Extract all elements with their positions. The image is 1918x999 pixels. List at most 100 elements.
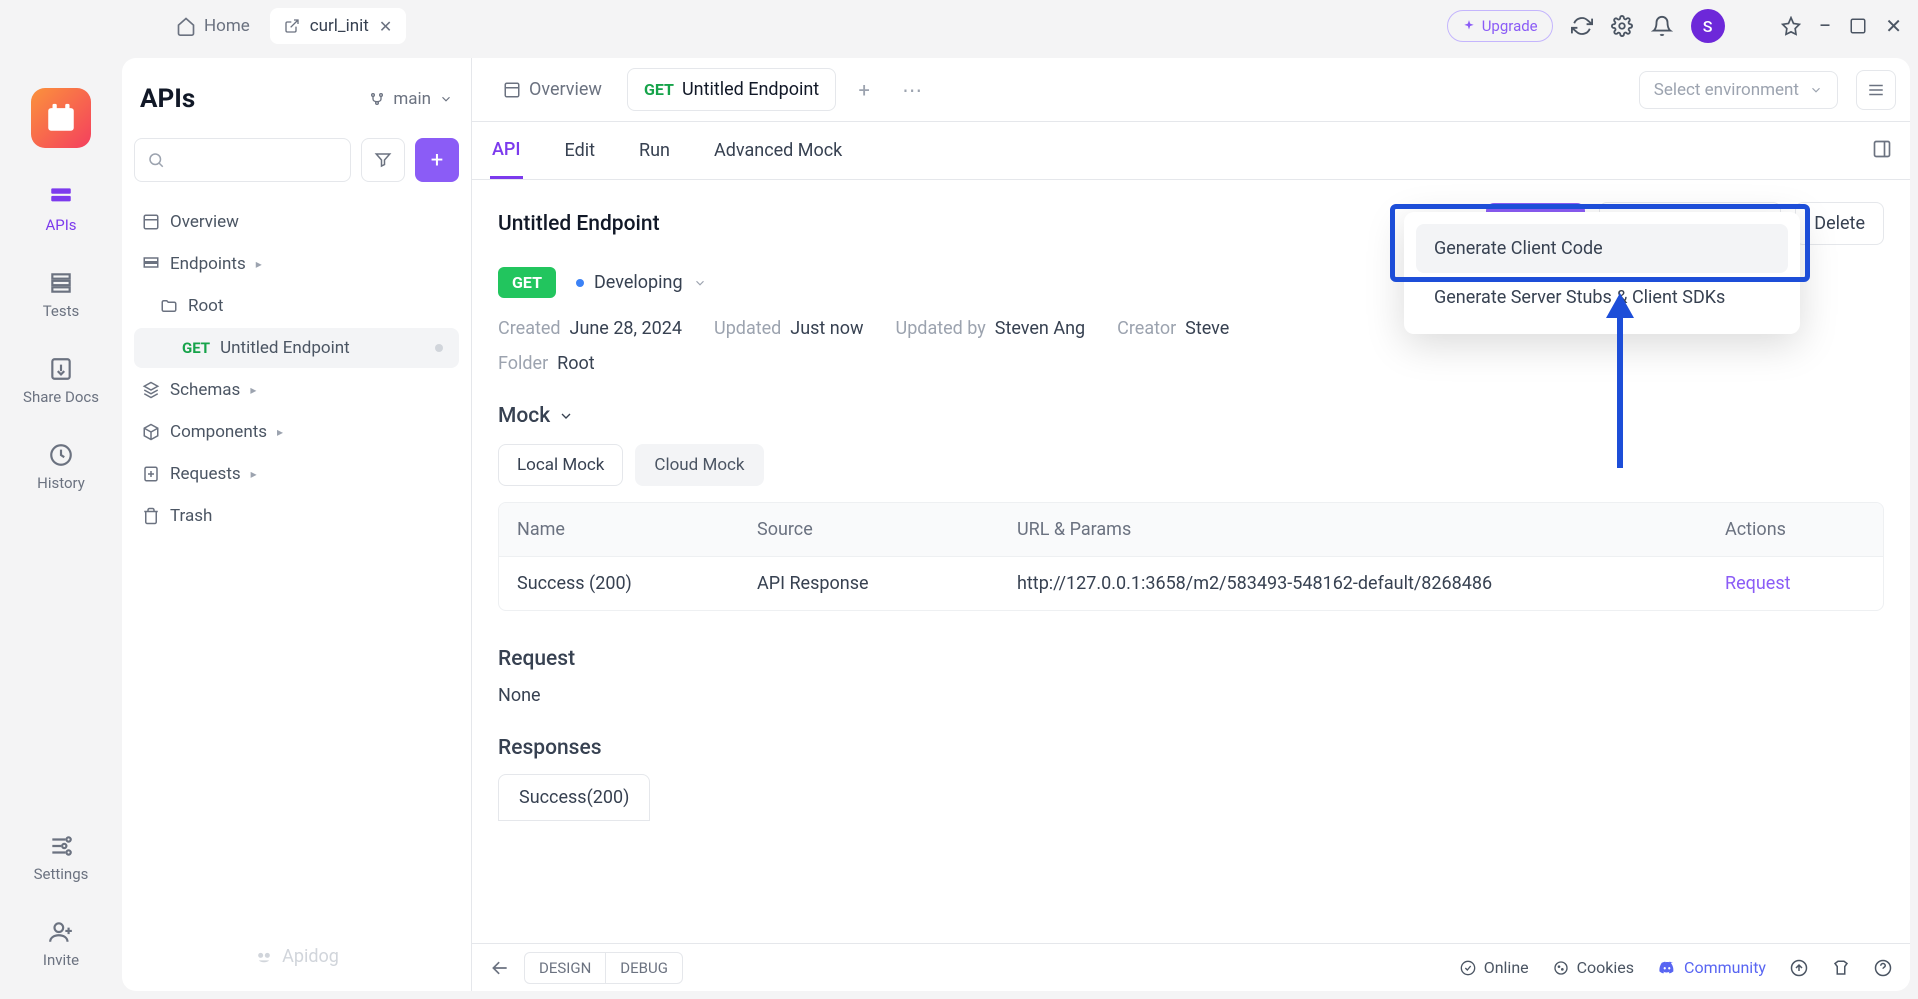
app-logo[interactable] — [31, 88, 91, 148]
tab-curl-init[interactable]: curl_init ✕ — [270, 8, 406, 44]
folder-value: Root — [557, 353, 595, 374]
external-icon — [284, 18, 300, 34]
rail-tests[interactable]: Tests — [43, 270, 80, 320]
subtab-advanced-mock[interactable]: Advanced Mock — [712, 124, 844, 177]
filter-button[interactable] — [361, 138, 405, 182]
avatar[interactable]: S — [1691, 9, 1725, 43]
rail-share-docs[interactable]: Share Docs — [23, 356, 99, 406]
menu-icon — [1867, 81, 1885, 99]
share-icon — [48, 356, 74, 382]
home-icon — [176, 16, 196, 36]
tab-overview[interactable]: Overview — [486, 68, 619, 111]
chevron-down-icon — [1809, 83, 1823, 97]
col-name: Name — [517, 519, 757, 540]
menu-button[interactable] — [1856, 70, 1896, 110]
history-icon — [48, 442, 74, 468]
pin-icon[interactable] — [1781, 16, 1801, 36]
sparkle-icon — [1462, 19, 1476, 33]
response-tab-success[interactable]: Success(200) — [498, 774, 650, 821]
method-badge: GET — [182, 339, 210, 357]
delete-button[interactable]: Delete — [1795, 202, 1884, 245]
tree-overview[interactable]: Overview — [134, 202, 459, 242]
created-label: Created — [498, 318, 561, 339]
chevron-down-icon[interactable] — [558, 408, 574, 424]
add-button[interactable]: + — [415, 138, 459, 182]
subtab-run[interactable]: Run — [637, 124, 672, 177]
window-close-icon[interactable]: ✕ — [1885, 14, 1902, 38]
endpoints-icon — [142, 255, 160, 273]
tshirt-icon[interactable] — [1832, 959, 1850, 977]
overview-icon — [142, 213, 160, 231]
status-online[interactable]: Online — [1460, 958, 1529, 977]
mock-tab-cloud[interactable]: Cloud Mock — [635, 444, 763, 486]
folder-label: Folder — [498, 353, 548, 374]
method-pill: GET — [498, 267, 556, 298]
rail-settings[interactable]: Settings — [34, 833, 89, 883]
chevron-down-icon — [693, 276, 707, 290]
subtab-api[interactable]: API — [490, 123, 523, 179]
tab-home[interactable]: Home — [164, 8, 262, 44]
upload-icon[interactable] — [1790, 959, 1808, 977]
updated-label: Updated — [714, 318, 781, 339]
minimize-icon[interactable]: − — [1819, 14, 1832, 39]
annotation-arrow-icon — [1600, 288, 1640, 468]
refresh-icon[interactable] — [1571, 15, 1593, 37]
branch-selector[interactable]: main — [369, 89, 453, 109]
tree-trash[interactable]: Trash — [134, 496, 459, 536]
mock-table: Name Source URL & Params Actions Success… — [498, 502, 1884, 611]
creator-value: Steve — [1185, 318, 1229, 339]
created-value: June 28, 2024 — [570, 318, 683, 339]
chevron-down-icon — [439, 92, 453, 106]
close-icon[interactable]: ✕ — [379, 17, 392, 36]
status-selector[interactable]: Developing — [576, 272, 707, 293]
upgrade-label: Upgrade — [1482, 17, 1538, 35]
invite-icon — [48, 919, 74, 945]
rail-history[interactable]: History — [37, 442, 85, 492]
dropdown-generate-client-code[interactable]: Generate Client Code — [1416, 224, 1788, 273]
mode-toggle[interactable]: DESIGN DEBUG — [524, 952, 683, 984]
footer-cookies[interactable]: Cookies — [1553, 958, 1634, 977]
tree-root-folder[interactable]: Root — [134, 286, 459, 326]
help-icon[interactable] — [1874, 959, 1892, 977]
tree-endpoints[interactable]: Endpoints ▸ — [134, 244, 459, 284]
mode-design[interactable]: DESIGN — [525, 953, 605, 983]
tab-endpoint[interactable]: GET Untitled Endpoint — [627, 68, 836, 111]
tree-components[interactable]: Components ▸ — [134, 412, 459, 452]
search-input[interactable] — [134, 138, 351, 182]
tree-requests[interactable]: Requests ▸ — [134, 454, 459, 494]
gear-icon[interactable] — [1611, 15, 1633, 37]
sidebar: APIs main + Overview — [122, 58, 472, 991]
request-section-title: Request — [498, 647, 1884, 671]
layout-toggle-button[interactable] — [1872, 139, 1892, 163]
rail-apis[interactable]: APIs — [45, 184, 76, 234]
tab-add-button[interactable]: + — [844, 78, 884, 102]
updatedby-value: Steven Ang — [995, 318, 1085, 339]
collapse-icon[interactable] — [490, 958, 510, 978]
upgrade-button[interactable]: Upgrade — [1447, 10, 1553, 42]
updated-value: Just now — [790, 318, 863, 339]
footer-community[interactable]: Community — [1658, 958, 1766, 977]
mock-section-title: Mock — [498, 404, 1884, 428]
subtab-edit[interactable]: Edit — [563, 124, 597, 177]
updatedby-label: Updated by — [896, 318, 986, 339]
endpoint-title: Untitled Endpoint — [498, 212, 660, 236]
maximize-icon[interactable] — [1849, 17, 1867, 35]
bell-icon[interactable] — [1651, 15, 1673, 37]
mock-tab-local[interactable]: Local Mock — [498, 444, 623, 486]
request-body: None — [498, 685, 1884, 706]
rail-invite[interactable]: Invite — [43, 919, 79, 969]
mock-request-link[interactable]: Request — [1725, 573, 1865, 594]
apidog-logo-icon — [254, 947, 274, 967]
tab-more-button[interactable]: ⋯ — [892, 78, 932, 102]
left-rail: APIs Tests Share Docs History Settings I… — [0, 52, 122, 999]
status-dot-icon — [435, 344, 443, 352]
tree-schemas[interactable]: Schemas ▸ — [134, 370, 459, 410]
status-dot-icon — [576, 279, 584, 287]
tab-home-label: Home — [204, 16, 250, 36]
overview-tab-icon — [503, 81, 521, 99]
discord-icon — [1658, 959, 1676, 977]
col-source: Source — [757, 519, 1017, 540]
environment-selector[interactable]: Select environment — [1639, 71, 1838, 109]
tree-endpoint-item[interactable]: GET Untitled Endpoint — [134, 328, 459, 368]
mode-debug[interactable]: DEBUG — [605, 953, 682, 983]
